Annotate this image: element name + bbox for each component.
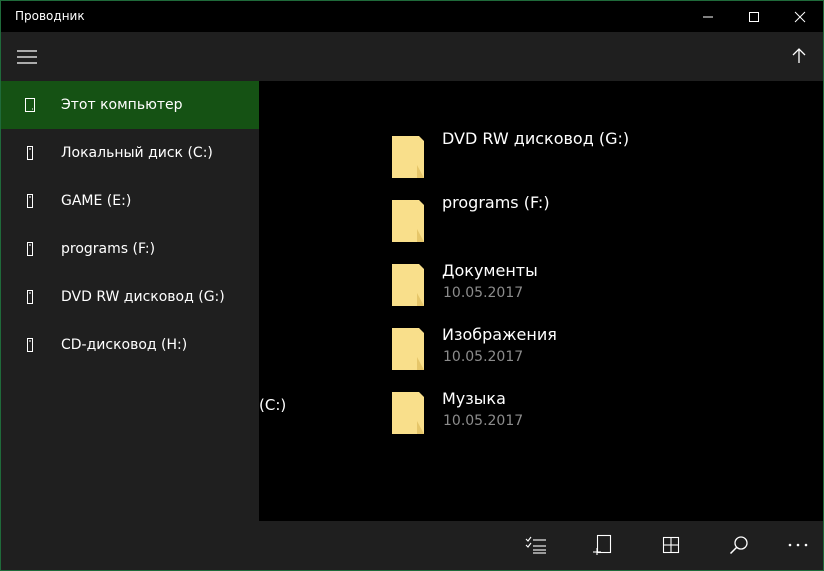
maximize-button[interactable] [731,1,777,32]
sidebar-item-game-e[interactable]: GAME (E:) [1,177,259,225]
drive-icon [20,289,40,305]
view-button[interactable] [658,532,684,558]
hamburger-icon [17,49,37,64]
select-list-icon [525,536,546,554]
list-item[interactable]: Изображения 10.05.2017 [391,323,751,375]
folder-icon [392,200,424,242]
folder-icon [392,264,424,306]
search-button[interactable] [726,532,752,558]
search-icon [729,536,748,555]
more-icon [788,543,808,547]
title-bar: Проводник [1,1,823,32]
computer-icon [20,97,40,113]
navigation-sidebar: Этот компьютер Локальный диск (C:) GAME … [1,32,259,570]
command-bar [259,521,823,570]
grid-view-icon [662,536,680,554]
more-button[interactable] [785,532,811,558]
sidebar-item-label: GAME (E:) [61,193,132,209]
file-name: programs (F:) [442,193,550,212]
minimize-icon [703,16,713,17]
app-title: Проводник [15,9,85,23]
minimize-button[interactable] [685,1,731,32]
drive-icon [20,145,40,161]
sidebar-item-this-pc[interactable]: Этот компьютер [1,81,259,129]
sidebar-item-cd-h[interactable]: CD-дисковод (H:) [1,321,259,369]
new-file-icon [593,534,612,555]
maximize-icon [749,11,759,22]
sidebar-item-label: Локальный диск (C:) [61,145,213,161]
sidebar-item-dvd-g[interactable]: DVD RW дисковод (G:) [1,273,259,321]
file-list: (C:) DVD RW дисковод (G:) programs (F:) … [259,81,823,521]
drive-icon [20,337,40,353]
list-item[interactable]: DVD RW дисковод (G:) [391,129,751,183]
file-name: DVD RW дисковод (G:) [442,129,630,148]
up-button[interactable] [787,44,811,68]
folder-icon [392,392,424,434]
file-name: Изображения [442,325,557,344]
drive-icon [20,193,40,209]
arrow-up-icon [792,48,806,63]
folder-icon [392,136,424,178]
close-button[interactable] [777,1,823,32]
file-date: 10.05.2017 [443,413,524,429]
file-name: Музыка [442,389,506,408]
sidebar-item-label: Этот компьютер [61,97,183,113]
list-item[interactable]: Документы 10.05.2017 [391,259,751,311]
sidebar-item-label: programs (F:) [61,241,156,257]
drive-icon [20,241,40,257]
select-button[interactable] [523,532,549,558]
file-explorer-window: Проводник Этот компьютер Локальный диск … [0,0,824,571]
top-bar [259,32,823,81]
new-item-button[interactable] [590,532,616,558]
file-date: 10.05.2017 [443,349,524,365]
sidebar-item-label: DVD RW дисковод (G:) [61,289,225,305]
sidebar-item-label: CD-дисковод (H:) [61,337,188,353]
list-item[interactable]: programs (F:) [391,193,751,247]
hamburger-menu-button[interactable] [1,32,259,81]
file-name: Документы [442,261,538,280]
sidebar-item-programs-f[interactable]: programs (F:) [1,225,259,273]
close-icon [794,11,806,22]
list-item[interactable]: Музыка 10.05.2017 [391,387,751,439]
folder-icon [392,328,424,370]
overlay-text: (C:) [259,396,287,414]
file-date: 10.05.2017 [443,285,524,301]
sidebar-item-local-disk-c[interactable]: Локальный диск (C:) [1,129,259,177]
